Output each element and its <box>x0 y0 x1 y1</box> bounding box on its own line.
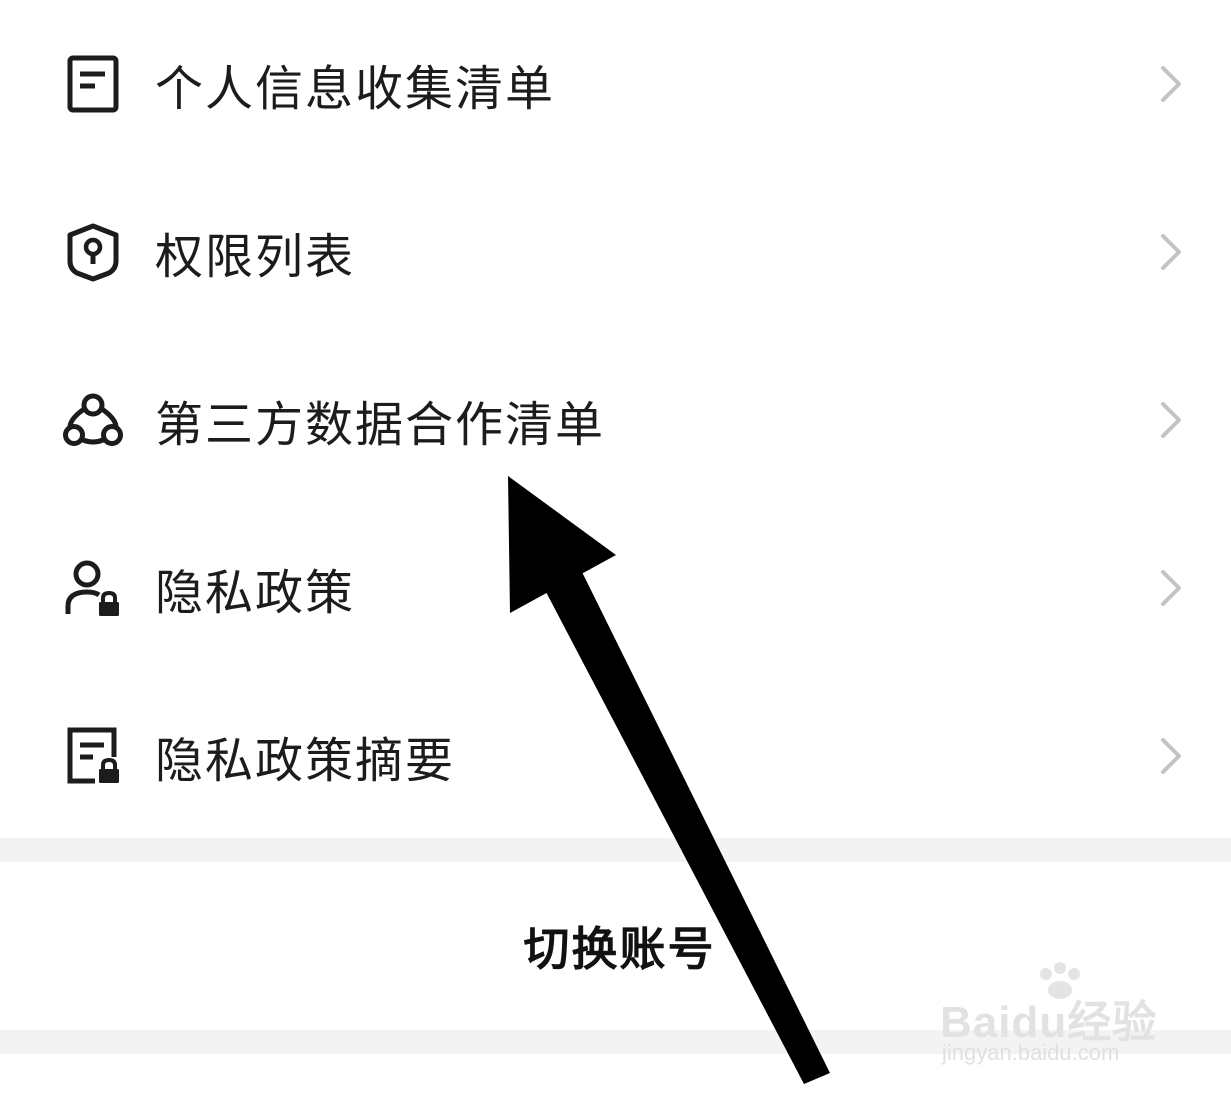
menu-item-permissions-list[interactable]: 权限列表 <box>0 168 1231 336</box>
document-lock-icon <box>62 725 124 787</box>
menu-item-privacy-policy-summary[interactable]: 隐私政策摘要 <box>0 672 1231 840</box>
menu-item-personal-info-list[interactable]: 个人信息收集清单 <box>0 0 1231 168</box>
user-lock-icon <box>62 557 124 619</box>
settings-page: 个人信息收集清单 权限列表 第三方数据合作清单 隐私政策 隐私政策摘要 切换账号… <box>0 0 1231 1096</box>
network-nodes-icon <box>62 389 124 451</box>
shield-keyhole-icon <box>62 221 124 283</box>
document-list-icon <box>62 53 124 115</box>
menu-item-third-party-data-list[interactable]: 第三方数据合作清单 <box>0 336 1231 504</box>
menu-item-privacy-policy[interactable]: 隐私政策 <box>0 504 1231 672</box>
menu-item-label: 第三方数据合作清单 <box>155 397 606 453</box>
section-divider <box>0 838 1231 862</box>
chevron-right-icon <box>1161 570 1181 606</box>
chevron-right-icon <box>1161 234 1181 270</box>
chevron-right-icon <box>1161 66 1181 102</box>
menu-item-label: 隐私政策摘要 <box>155 733 456 789</box>
menu-item-label: 个人信息收集清单 <box>155 61 556 117</box>
chevron-right-icon <box>1161 738 1181 774</box>
watermark-url: jingyan.baidu.com <box>942 1040 1120 1065</box>
switch-account-label: 切换账号 <box>523 922 716 976</box>
menu-item-label: 权限列表 <box>155 229 356 285</box>
baidu-jingyan-watermark: Baidu经验 jingyan.baidu.com <box>940 960 1180 1070</box>
chevron-right-icon <box>1161 402 1181 438</box>
menu-item-label: 隐私政策 <box>155 565 356 621</box>
